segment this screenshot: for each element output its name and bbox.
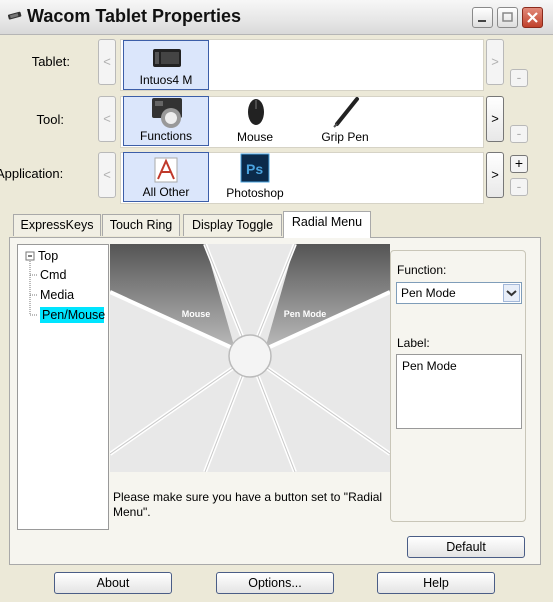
radial-center-button[interactable] [228, 334, 272, 378]
tool-prev-button[interactable]: < [98, 96, 116, 142]
radial-menu-note: Please make sure you have a button set t… [113, 490, 383, 519]
all-applications-icon [154, 157, 178, 183]
tool-item-grip-pen[interactable]: Grip Pen [302, 96, 388, 146]
tool-item-mouse[interactable]: Mouse [212, 96, 298, 146]
close-button[interactable] [522, 7, 543, 28]
tab-touch-ring[interactable]: Touch Ring [102, 214, 180, 236]
tablet-item-intuos4[interactable]: Intuos4 M [123, 40, 209, 90]
application-item-label: Photoshop [226, 186, 284, 200]
options-button[interactable]: Options... [216, 572, 334, 594]
tablet-next-button[interactable]: > [486, 39, 504, 85]
function-select-value: Pen Mode [401, 286, 456, 300]
application-item-label: All Other [142, 185, 190, 199]
radial-segment-label: Mouse [182, 309, 211, 319]
photoshop-icon: Ps [240, 153, 270, 183]
tree-node-pen-mouse[interactable]: Pen/Mouse [40, 307, 105, 323]
tree-node-cmd[interactable]: Cmd [40, 268, 66, 282]
tree-node-top[interactable]: Top [38, 249, 58, 263]
application-prev-button[interactable]: < [98, 152, 116, 198]
application-add-button[interactable]: + [510, 155, 528, 173]
tool-item-label: Mouse [236, 130, 274, 144]
application-label: Application: [0, 166, 64, 181]
tablet-remove-button[interactable]: - [510, 69, 528, 87]
function-panel: Function: Pen Mode Label: Pen Mode [390, 250, 526, 522]
application-next-button[interactable]: > [486, 152, 504, 198]
tab-expresskeys[interactable]: ExpressKeys [13, 214, 101, 236]
minimize-icon [478, 20, 486, 22]
mouse-icon [248, 99, 264, 125]
radial-menu-diagram: Mouse Pen Mode [110, 244, 390, 472]
label-textarea[interactable]: Pen Mode [396, 354, 522, 429]
function-select[interactable]: Pen Mode [396, 282, 522, 304]
tab-radial-menu[interactable]: Radial Menu [283, 211, 371, 238]
help-button[interactable]: Help [377, 572, 495, 594]
radial-segment-label: Pen Mode [284, 309, 327, 319]
tool-item-functions[interactable]: Functions [123, 96, 209, 146]
chevron-down-icon [506, 290, 517, 297]
dropdown-button[interactable] [503, 284, 520, 302]
tree-node-media[interactable]: Media [40, 288, 74, 302]
tablet-prev-button[interactable]: < [98, 39, 116, 85]
tool-remove-button[interactable]: - [510, 125, 528, 143]
title-bar: Wacom Tablet Properties [0, 0, 553, 35]
default-button[interactable]: Default [407, 536, 525, 558]
functions-icon [152, 98, 182, 128]
label-field-label: Label: [397, 336, 430, 350]
tool-next-button[interactable]: > [486, 96, 504, 142]
window-title: Wacom Tablet Properties [27, 6, 242, 26]
application-item-all-other[interactable]: All Other [123, 152, 209, 202]
label-textarea-value: Pen Mode [402, 359, 457, 373]
svg-text:Ps: Ps [246, 161, 263, 177]
tablet-item-label: Intuos4 M [139, 73, 193, 87]
maximize-button[interactable] [497, 7, 518, 28]
tool-item-label: Grip Pen [321, 130, 369, 144]
tab-display-toggle[interactable]: Display Toggle [183, 214, 282, 236]
grip-pen-icon [333, 97, 359, 128]
application-item-photoshop[interactable]: Ps Photoshop [212, 152, 298, 202]
function-label: Function: [397, 263, 447, 277]
tool-label: Tool: [36, 112, 64, 127]
tablet-label: Tablet: [31, 54, 70, 69]
minimize-button[interactable] [472, 7, 493, 28]
tool-item-label: Functions [139, 129, 193, 143]
maximize-icon [502, 12, 513, 22]
radial-menu-tree: Top Cmd Media Pen/Mouse [17, 244, 109, 530]
about-button[interactable]: About [54, 572, 172, 594]
application-remove-button[interactable]: - [510, 178, 528, 196]
close-icon [527, 12, 538, 23]
tablet-app-icon [7, 11, 22, 20]
tablet-icon [153, 49, 181, 67]
